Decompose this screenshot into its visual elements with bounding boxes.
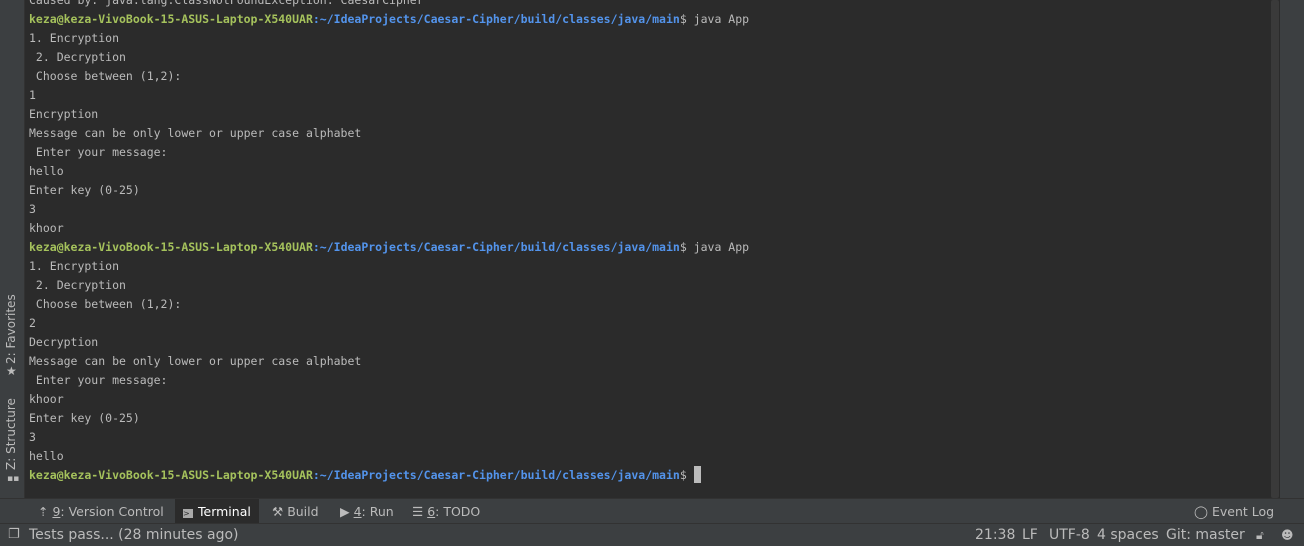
tab-run[interactable]: ▶ 4: Run [332,499,402,524]
version-control-icon: ⇡ [38,504,53,519]
tab-terminal[interactable]: > Terminal [175,499,259,524]
output-line: Message can be only lower or upper case … [29,126,362,140]
output-line: Decryption [29,335,99,349]
output-line: Enter your message: [29,145,168,159]
right-tool-stripe [1280,0,1304,498]
list-icon: ☰ [412,504,428,519]
output-line: khoor [29,392,64,406]
terminal-lines: Caused by: java.lang.ClassNotFoundExcept… [29,0,749,485]
output-line: hello [29,449,64,463]
event-log-icon: ◯ [1194,504,1212,519]
terminal-scrollbar[interactable] [1270,0,1280,498]
output-line: Enter key (0-25) [29,411,140,425]
status-toggle-icon[interactable]: ❐ [8,524,20,546]
prompt-path: :~/IdeaProjects/Caesar-Cipher/build/clas… [312,240,680,254]
output-line: 3 [29,202,36,216]
output-line: 2. Decryption [29,50,126,64]
lock-icon[interactable]: 🔓︎ [1256,524,1264,546]
output-line: khoor [29,221,64,235]
inspector-icon[interactable]: ☻ [1281,524,1294,546]
tab-build[interactable]: ⚒ Build [264,499,327,524]
tool-window-bar: ⇡ 9: Version Control > Terminal ⚒ Build ▶… [0,498,1304,524]
structure-label: Z: Structure [4,398,18,470]
prompt-line: keza@keza-VivoBook-15-ASUS-Laptop-X540UA… [29,466,749,485]
output-line: 3 [29,430,36,444]
output-line: Choose between (1,2): [29,69,182,83]
command: $ java App [679,240,750,254]
status-message[interactable]: Tests pass... (28 minutes ago) [29,524,239,546]
command: $ [679,468,694,482]
prompt-user: keza@keza-VivoBook-15-ASUS-Laptop-X540UA… [29,12,313,26]
output-line: 2. Decryption [29,278,126,292]
shortcut-key: 4 [353,504,362,519]
output-line: Message can be only lower or upper case … [29,354,362,368]
output-line: Enter your message: [29,373,168,387]
output-line: 1 [29,88,36,102]
output-line: 2 [29,316,36,330]
event-log-button[interactable]: ◯ Event Log [1186,499,1282,524]
star-icon: ★ [6,364,17,378]
indent-setting[interactable]: 4 spaces [1097,524,1159,546]
structure-tab[interactable]: Z: Structure ▪▪ [0,398,24,490]
favorites-tab[interactable]: 2: Favorites ★ [0,290,24,380]
tab-label: : Run [361,504,394,519]
output-line: Choose between (1,2): [29,297,182,311]
output-line: Enter key (0-25) [29,183,140,197]
favorites-label: 2: Favorites [4,294,18,364]
tab-label: : TODO [435,504,481,519]
file-encoding[interactable]: UTF-8 [1049,524,1090,546]
caret-position[interactable]: 21:38 [975,524,1015,546]
tab-label: Build [287,504,319,519]
output-line: hello [29,164,64,178]
output-line: 1. Encryption [29,31,120,45]
prompt-user: keza@keza-VivoBook-15-ASUS-Laptop-X540UA… [29,468,313,482]
tab-label: : Version Control [60,504,164,519]
shortcut-key: 6 [427,504,436,519]
prompt-line: keza@keza-VivoBook-15-ASUS-Laptop-X540UA… [29,10,749,29]
tab-todo[interactable]: ☰ 6: TODO [404,499,488,524]
left-tool-stripe: 2: Favorites ★ Z: Structure ▪▪ [0,0,25,498]
prompt-user: keza@keza-VivoBook-15-ASUS-Laptop-X540UA… [29,240,313,254]
status-bar: ❐ Tests pass... (28 minutes ago) 21:38 L… [0,523,1304,546]
prompt-line: keza@keza-VivoBook-15-ASUS-Laptop-X540UA… [29,238,749,257]
tab-label: Terminal [198,504,251,519]
structure-icon: ▪▪ [7,474,20,484]
prompt-path: :~/IdeaProjects/Caesar-Cipher/build/clas… [312,12,680,26]
output-line: 1. Encryption [29,259,120,273]
git-branch[interactable]: Git: master [1166,524,1245,546]
tab-version-control[interactable]: ⇡ 9: Version Control [30,499,172,524]
output-line: Encryption [29,107,99,121]
terminal-icon: > [183,509,193,518]
event-log-label: Event Log [1211,504,1275,519]
play-icon: ▶ [340,504,354,519]
text-cursor [693,466,701,483]
prompt-path: :~/IdeaProjects/Caesar-Cipher/build/clas… [312,468,680,482]
scrollbar-thumb[interactable] [1271,0,1279,498]
terminal-output[interactable]: Caused by: java.lang.ClassNotFoundExcept… [25,0,1270,498]
output-line: Caused by: java.lang.ClassNotFoundExcept… [29,0,424,7]
hammer-icon: ⚒ [272,504,288,519]
line-separator[interactable]: LF [1022,524,1038,546]
command: $ java App [679,12,750,26]
